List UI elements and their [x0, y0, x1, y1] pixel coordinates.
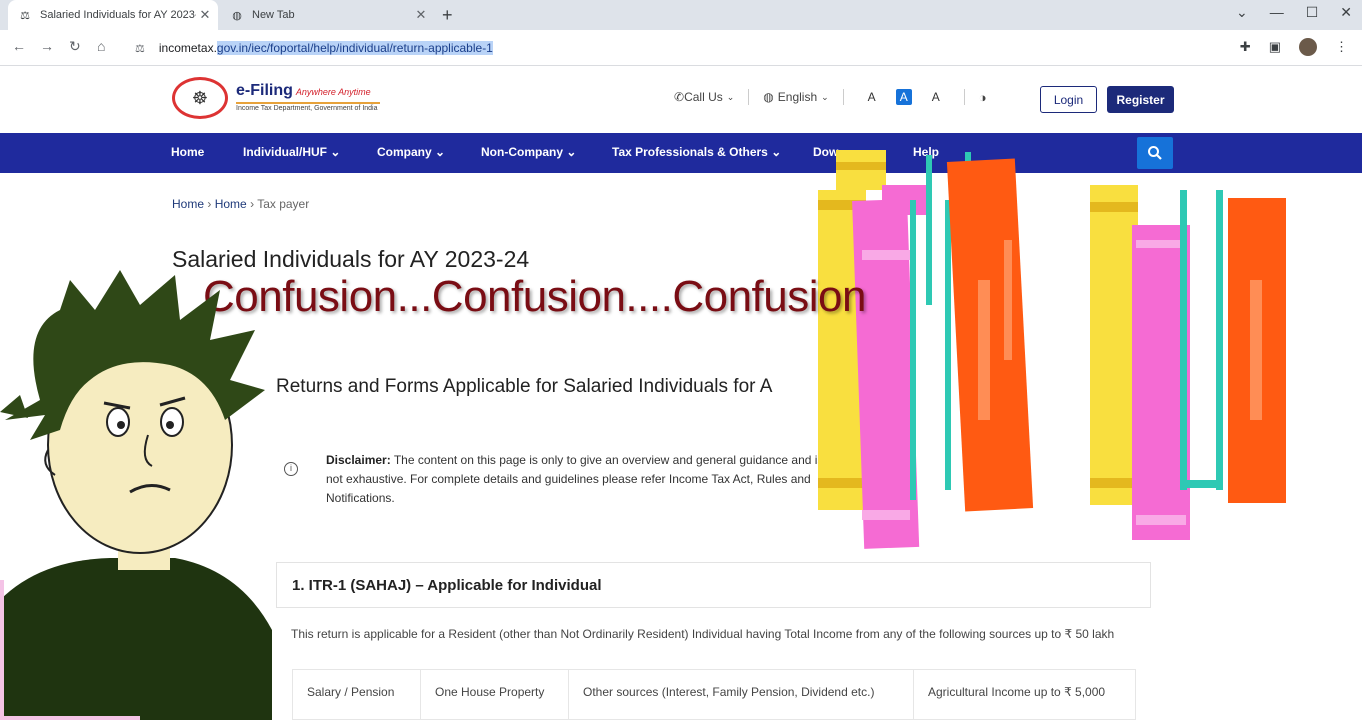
chevron-down-icon: ⌄ [821, 91, 829, 102]
table-cell: Other sources (Interest, Family Pension,… [569, 670, 914, 719]
disclaimer-text: The content on this page is only to give… [326, 453, 824, 505]
emblem-logo-icon[interactable]: ☸ [172, 77, 228, 119]
globe-icon: ◍ [232, 9, 242, 22]
call-us-dropdown[interactable]: Call Us [684, 90, 723, 104]
window-controls: ⌄ — ☐ ✕ [1236, 4, 1352, 21]
books-illustration [818, 150, 1286, 549]
itr1-description: This return is applicable for a Resident… [291, 627, 1115, 641]
table-cell: Agricultural Income up to ₹ 5,000 [928, 685, 1106, 699]
site-header: ☸ e-Filing Anywhere Anytime Income Tax De… [0, 67, 1362, 133]
close-window-icon[interactable]: ✕ [1340, 4, 1352, 21]
avatar[interactable] [1299, 38, 1317, 56]
table-cell: Salary / Pension [293, 670, 421, 719]
browser-tab-new[interactable]: ◍ New Tab ✕ [222, 0, 434, 30]
chevron-down-icon: ⌄ [771, 145, 782, 159]
register-button[interactable]: Register [1107, 86, 1174, 113]
itr1-title: 1. ITR-1 (SAHAJ) – Applicable for Indivi… [292, 577, 602, 594]
nav-item-individual[interactable]: Individual/HUF ⌄ [243, 145, 340, 159]
breadcrumb: Home › Home › Tax payer [172, 197, 309, 211]
divider [842, 89, 844, 105]
nav-label: Non-Company [481, 145, 563, 159]
side-panel-icon[interactable]: ▣ [1269, 39, 1281, 55]
phone-icon: ✆ [674, 90, 685, 104]
chevron-down-icon: ⌄ [435, 145, 446, 159]
maximize-icon[interactable]: ☐ [1306, 4, 1319, 21]
chevron-down-icon: ⌄ [726, 91, 735, 102]
minimize-icon[interactable]: — [1270, 4, 1284, 21]
nav-label: Individual/HUF [243, 145, 327, 159]
contrast-icon[interactable]: ◑ [979, 90, 987, 105]
globe-icon: ◍ [763, 90, 774, 104]
nav-item-company[interactable]: Company ⌄ [377, 145, 445, 159]
url-selected-b: individual/return-applicable-1 [339, 41, 493, 55]
tab-title: New Tab [252, 9, 295, 21]
nav-item-non-company[interactable]: Non-Company ⌄ [481, 145, 576, 159]
font-normal-button[interactable]: A [895, 89, 912, 105]
browser-tab-strip: ⚖ Salaried Individuals for AY 2023-24 ✕ … [0, 0, 1362, 30]
toolbar-right: ✚ ▣ ⋮ [1240, 38, 1348, 56]
url-prefix: incometax. [158, 41, 217, 55]
logo-main-text: e-Filing [236, 82, 293, 99]
decorative-edge [0, 580, 4, 720]
nav-item-tax-professionals[interactable]: Tax Professionals & Others ⌄ [612, 145, 781, 159]
url-selected-a: gov.in/iec/foportal/help/ [216, 41, 340, 55]
table-cell: One House Property [421, 670, 569, 719]
forward-arrow-icon[interactable]: → [40, 38, 54, 54]
reload-icon[interactable]: ↻ [69, 38, 81, 55]
address-bar-row: ← → ↻ ⌂ ⚖ incometax. gov.in/iec/foportal/… [0, 30, 1362, 66]
page-title: Salaried Individuals for AY 2023-24 [172, 246, 530, 272]
new-tab-button[interactable]: + [442, 5, 453, 26]
login-button[interactable]: Login [1040, 86, 1097, 113]
income-sources-table: Salary / Pension One House Property Othe… [292, 669, 1136, 720]
tab-close-icon[interactable]: ✕ [412, 7, 430, 23]
nav-label: Tax Professionals & Others [612, 145, 768, 159]
site-info-icon[interactable]: ⚖ [135, 42, 145, 55]
tab-title: Salaried Individuals for AY 2023-24 [40, 9, 196, 21]
divider [963, 89, 965, 105]
decorative-edge [0, 716, 140, 720]
confused-character-illustration [0, 270, 272, 720]
breadcrumb-current: Tax payer [257, 197, 310, 211]
nav-item-home[interactable]: Home [171, 145, 204, 159]
divider [748, 89, 750, 105]
menu-dots-icon[interactable]: ⋮ [1335, 39, 1348, 55]
tab-search-chevron-icon[interactable]: ⌄ [1236, 4, 1248, 21]
extensions-icon[interactable]: ✚ [1240, 39, 1251, 55]
back-arrow-icon[interactable]: ← [12, 38, 26, 54]
chevron-down-icon: ⌄ [330, 145, 341, 159]
confusion-overlay-text: Confusion...Confusion....Confusion [203, 272, 866, 321]
disclaimer: Disclaimer: The content on this page is … [326, 451, 826, 508]
header-tools: ✆ Call Us ⌄ ◍ English ⌄ A A A ◑ [674, 89, 987, 105]
tab-close-icon[interactable]: ✕ [196, 7, 214, 23]
logo-subtitle: Income Tax Department, Government of Ind… [236, 102, 380, 112]
font-increase-button[interactable]: A [932, 90, 940, 104]
itr1-accordion[interactable]: 1. ITR-1 (SAHAJ) – Applicable for Indivi… [276, 562, 1151, 608]
section-heading: Returns and Forms Applicable for Salarie… [276, 376, 773, 397]
url-input[interactable]: ⚖ incometax. gov.in/iec/foportal/help/ind… [125, 34, 1235, 62]
browser-tab-active[interactable]: ⚖ Salaried Individuals for AY 2023-24 ✕ [8, 0, 218, 30]
home-icon[interactable]: ⌂ [97, 38, 105, 54]
breadcrumb-separator: › [207, 197, 215, 211]
logo-tagline: Anywhere Anytime [295, 87, 371, 97]
breadcrumb-home[interactable]: Home [172, 197, 204, 211]
breadcrumb-home-2[interactable]: Home [215, 197, 247, 211]
language-dropdown[interactable]: English [778, 90, 817, 104]
site-favicon-icon: ⚖ [20, 9, 30, 22]
chevron-down-icon: ⌄ [566, 145, 577, 159]
nav-label: Company [377, 145, 432, 159]
info-icon: i [284, 462, 298, 476]
disclaimer-label: Disclaimer: [326, 453, 391, 467]
font-decrease-button[interactable]: A [868, 90, 876, 104]
efiling-logo[interactable]: e-Filing Anywhere Anytime Income Tax Depa… [236, 82, 380, 112]
